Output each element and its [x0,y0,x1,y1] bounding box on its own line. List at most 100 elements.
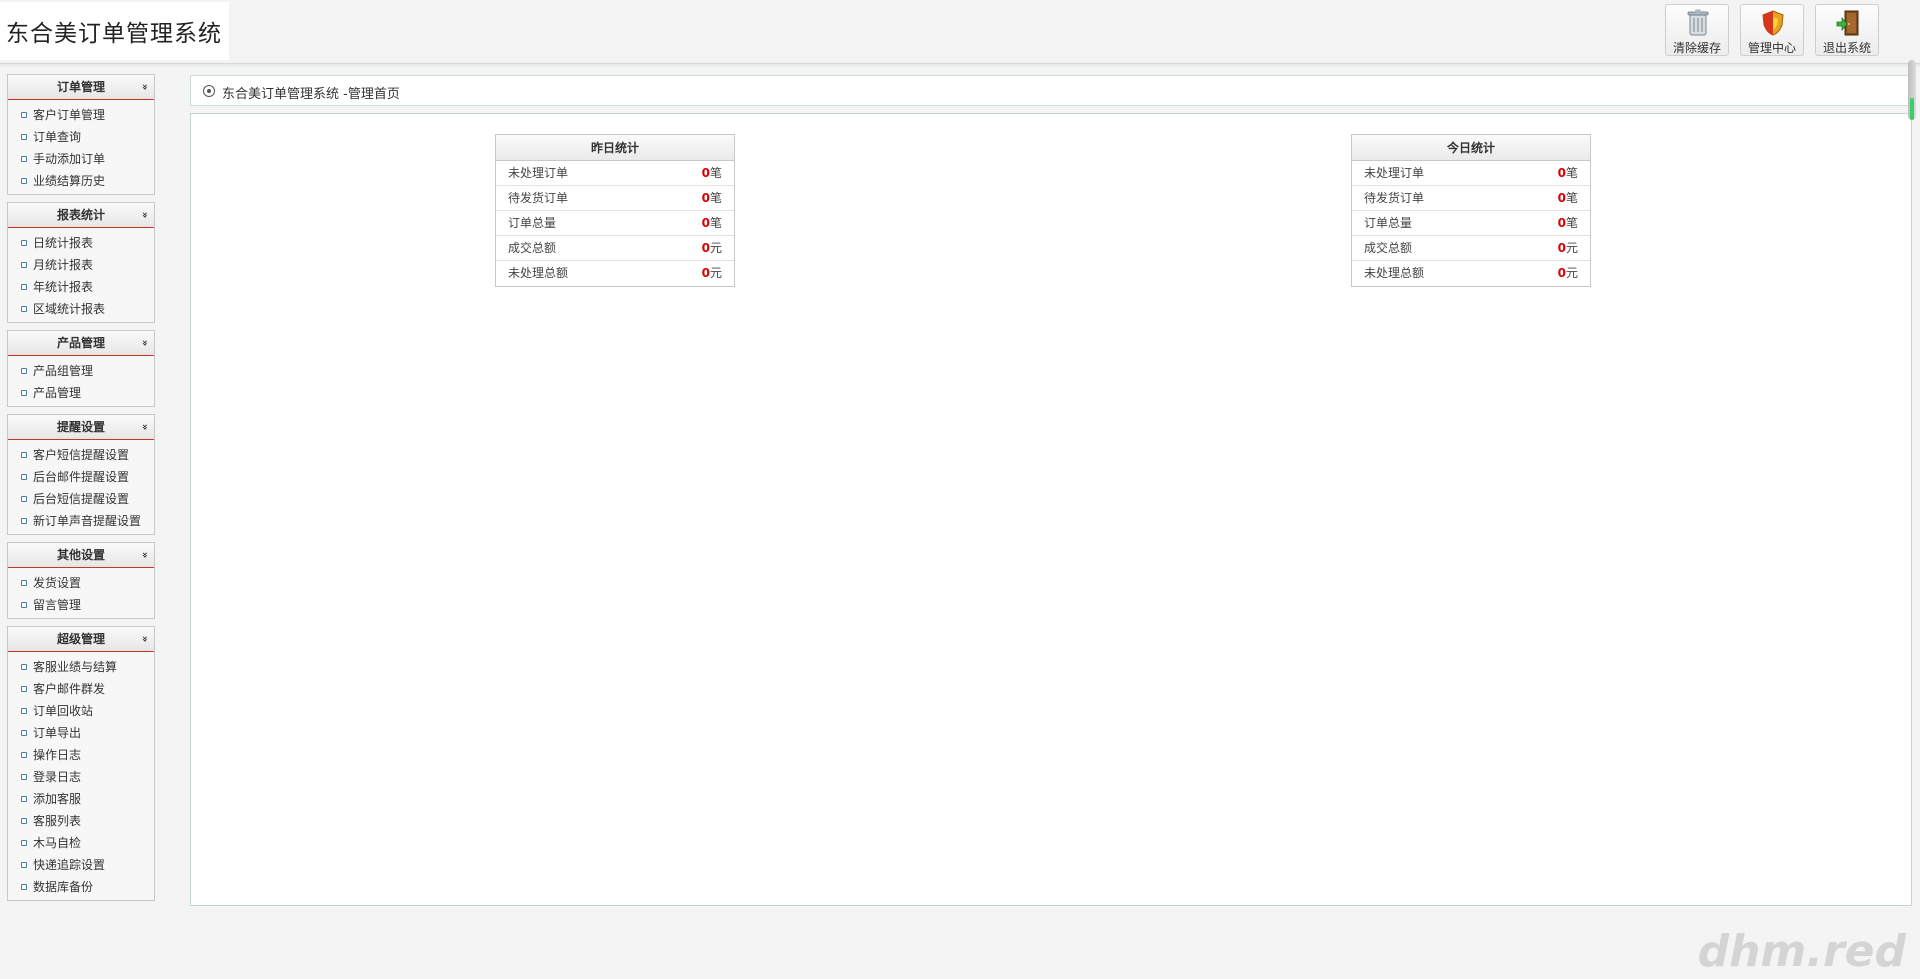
sidebar-menu-item[interactable]: 登录日志 [8,766,154,788]
sidebar-menu-item[interactable]: 产品组管理 [8,360,154,382]
sidebar-menu-item[interactable]: 新订单声音提醒设置 [8,510,154,532]
menu-group-header[interactable]: 提醒设置 » [8,415,154,440]
square-bullet-icon [21,774,27,780]
sidebar-menu-item[interactable]: 订单查询 [8,126,154,148]
sidebar-menu-item[interactable]: 订单回收站 [8,700,154,722]
menu-group: 超级管理 » 客服业绩与结算 客户邮件群发订单回收站订单导出操作日志登录日志添加客服客… [7,626,155,901]
sidebar-menu-item[interactable]: 数据库备份 [8,876,154,898]
sidebar-menu-item[interactable]: 年统计报表 [8,276,154,298]
square-bullet-icon [21,452,27,458]
stats-row-label: 未处理总额 [508,266,569,280]
square-bullet-icon [21,390,27,396]
menu-group-title: 提醒设置 [56,420,105,434]
stats-row-value: 0笔 [1558,161,1578,186]
sidebar-menu-item-label: 年统计报表 [33,280,94,294]
menu-group: 提醒设置 » 客户短信提醒设置 后台邮件提醒设置 后台短信提醒设置 新订单声音提醒设置 [7,414,155,535]
exit-door-icon [1836,10,1859,36]
sidebar-menu-item[interactable]: 业绩结算历史 [8,170,154,192]
sidebar-menu-item[interactable]: 客户订单管理 [8,104,154,126]
sidebar-menu: 订单管理 » 客户订单管理 订单查询 手动添加订单业绩结算历史报表统计 » 日统计报表月统计… [7,74,155,908]
stats-row-label: 成交总额 [508,241,557,255]
sidebar-menu-item[interactable]: 添加客服 [8,788,154,810]
menu-group-header[interactable]: 其他设置 » [8,543,154,568]
sidebar-menu-item-label: 数据库备份 [33,880,94,894]
collapse-chevron-icon[interactable]: » [132,636,156,642]
sidebar-menu-item-label: 木马自检 [33,836,82,850]
square-bullet-icon [21,262,27,268]
menu-group-header[interactable]: 超级管理 » [8,627,154,652]
menu-group-title: 产品管理 [56,336,105,350]
stats-unit: 元 [709,266,722,280]
sidebar-menu-item-label: 订单导出 [33,726,82,740]
sidebar-menu-item[interactable]: 客服业绩与结算 [8,656,154,678]
menu-list: 日统计报表月统计报表年统计报表区域统计报表 [8,228,154,322]
sidebar-menu-item[interactable]: 后台短信提醒设置 [8,488,154,510]
sidebar-menu-item-label: 发货设置 [33,576,82,590]
stats-row: 待发货订单 0笔 [1352,186,1590,211]
stats-unit: 元 [1565,241,1578,255]
clear-cache-button[interactable]: 清除缓存 [1665,4,1729,56]
sidebar-menu-item[interactable]: 订单导出 [8,722,154,744]
menu-list: 产品组管理 产品管理 [8,356,154,406]
sidebar-menu-item[interactable]: 快递追踪设置 [8,854,154,876]
sidebar-menu-item-label: 登录日志 [33,770,82,784]
stats-row-value: 0笔 [1558,211,1578,236]
square-bullet-icon [21,178,27,184]
collapse-chevron-icon[interactable]: » [132,212,156,218]
menu-group-header[interactable]: 报表统计 » [8,203,154,228]
stats-row-label: 订单总量 [1364,216,1413,230]
square-bullet-icon [21,602,27,608]
stats-row: 成交总额 0元 [1352,236,1590,261]
collapse-chevron-icon[interactable]: » [132,552,156,558]
stats-table-title: 昨日统计 [496,135,734,161]
menu-group: 订单管理 » 客户订单管理 订单查询 手动添加订单业绩结算历史 [7,74,155,195]
menu-group-header[interactable]: 订单管理 » [8,75,154,100]
sidebar-menu-item[interactable]: 日统计报表 [8,232,154,254]
sidebar-menu-item-label: 订单回收站 [33,704,94,718]
stats-unit: 笔 [1565,166,1578,180]
sidebar-menu-item[interactable]: 客户邮件群发 [8,678,154,700]
sidebar-menu-item[interactable]: 发货设置 [8,572,154,594]
collapse-chevron-icon[interactable]: » [132,340,156,346]
sidebar-menu-item[interactable]: 木马自检 [8,832,154,854]
square-bullet-icon [21,156,27,162]
square-bullet-icon [21,730,27,736]
stats-number: 0 [701,216,710,230]
square-bullet-icon [21,474,27,480]
stats-number: 0 [1557,266,1566,280]
sidebar-menu-item-label: 日统计报表 [33,236,94,250]
square-bullet-icon [21,840,27,846]
square-bullet-icon [21,686,27,692]
stats-row-label: 未处理订单 [508,166,569,180]
stats-number: 0 [701,266,710,280]
collapse-chevron-icon[interactable]: » [132,424,156,430]
main-content-panel: 昨日统计 未处理订单 0笔 待发货订单 0笔 订单总量 0笔 成交总额 0元 未处理总额 0元 今日… [190,113,1912,906]
sidebar-menu-item[interactable]: 客户短信提醒设置 [8,444,154,466]
stats-unit: 元 [1565,266,1578,280]
vertical-scrollbar[interactable] [1908,60,1916,120]
sidebar-menu-item[interactable]: 月统计报表 [8,254,154,276]
sidebar-menu-item[interactable]: 客服列表 [8,810,154,832]
sidebar-menu-item[interactable]: 区域统计报表 [8,298,154,320]
menu-group: 产品管理» 产品组管理 产品管理 [7,330,155,407]
sidebar-menu-item[interactable]: 操作日志 [8,744,154,766]
sidebar-menu-item[interactable]: 留言管理 [8,594,154,616]
sidebar-menu-item[interactable]: 产品管理 [8,382,154,404]
menu-group-title: 报表统计 [56,208,105,222]
square-bullet-icon [21,496,27,502]
yesterday-stats-table: 昨日统计 未处理订单 0笔 待发货订单 0笔 订单总量 0笔 成交总额 0元 未处理总额 0元 [495,134,735,287]
sidebar-menu-item[interactable]: 后台邮件提醒设置 [8,466,154,488]
exit-system-label: 退出系统 [1822,41,1871,55]
exit-system-button[interactable]: 退出系统 [1815,4,1879,56]
stats-number: 0 [1557,241,1566,255]
stats-number: 0 [701,191,710,205]
menu-group-header[interactable]: 产品管理 » [8,331,154,356]
admin-center-button[interactable]: 管理中心 [1740,4,1804,56]
collapse-chevron-icon[interactable]: » [132,84,156,90]
stats-number: 0 [1557,191,1566,205]
sidebar-menu-item[interactable]: 手动添加订单 [8,148,154,170]
sidebar-menu-item-label: 月统计报表 [33,258,94,272]
admin-center-label: 管理中心 [1747,41,1796,55]
stats-table-title: 今日统计 [1352,135,1590,161]
sidebar-menu-item-label: 业绩结算历史 [33,174,106,188]
